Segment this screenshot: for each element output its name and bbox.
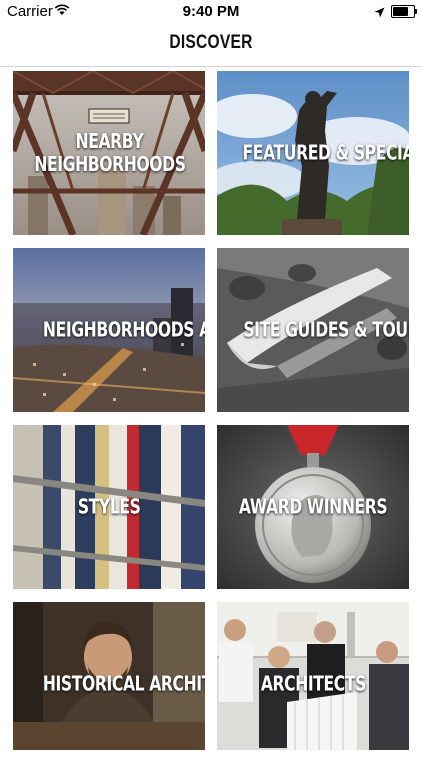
page-title: DISCOVER [169,32,253,53]
tile-label: HISTORICAL ARCHITECTS [42,671,205,696]
tile-nearby-neighborhoods[interactable]: NEARBY NEIGHBORHOODS [13,71,205,235]
tile-label: NEARBY NEIGHBORHOODS [34,129,186,176]
tile-label: SITE GUIDES & TOURS [243,317,409,342]
tile-site-guides-tours[interactable]: SITE GUIDES & TOURS [217,248,409,412]
tile-neighborhoods-a-to-z[interactable]: NEIGHBORHOODS A TO Z [13,248,205,412]
tile-label: NEIGHBORHOODS A TO Z [42,317,205,342]
tile-styles[interactable]: STYLES [13,425,205,589]
navigation-bar: DISCOVER [0,22,422,67]
tile-architects[interactable]: ARCHITECTS [217,602,409,766]
tile-label: FEATURED & SPECIAL [242,140,409,165]
tile-award-winners[interactable]: AWARD WINNERS [217,425,409,589]
tile-label: ARCHITECTS [260,671,366,696]
battery-icon [391,5,417,18]
location-arrow-icon [374,5,385,23]
tile-featured-special[interactable]: FEATURED & SPECIAL [217,71,409,235]
status-bar: Carrier 9:40 PM [0,0,422,22]
status-time: 9:40 PM [182,3,240,20]
tile-historical-architects[interactable]: HISTORICAL ARCHITECTS [13,602,205,766]
tile-label: STYLES [77,494,141,519]
tile-label: AWARD WINNERS [238,494,388,519]
